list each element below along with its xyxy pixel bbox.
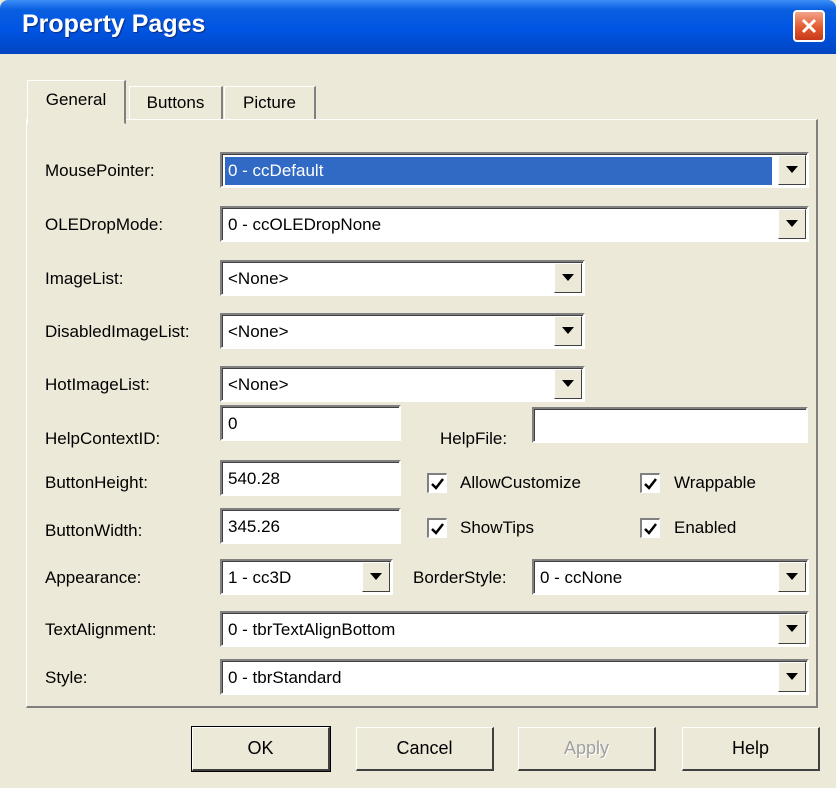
enabled-checkbox[interactable] [640,518,660,538]
help-file-label: HelpFile: [440,429,508,448]
chevron-down-icon [786,673,798,680]
ole-drop-mode-dropdown-button[interactable] [778,209,806,239]
text-alignment-combo[interactable]: 0 - tbrTextAlignBottom [220,611,809,647]
help-context-id-input[interactable]: 0 [220,405,401,441]
show-tips-checkbox[interactable] [427,518,447,538]
style-label: Style: [45,668,88,687]
form-area: MousePointer: 0 - ccDefault OLEDropMode:… [0,0,836,788]
help-context-id-label: HelpContextID: [45,429,161,448]
checkmark-icon [431,478,444,490]
border-style-value: 0 - ccNone [540,568,623,587]
show-tips-label[interactable]: ShowTips [460,518,534,538]
appearance-combo[interactable]: 1 - cc3D [220,559,393,595]
border-style-label: BorderStyle: [413,568,507,587]
appearance-value: 1 - cc3D [228,568,292,587]
mouse-pointer-label: MousePointer: [45,161,155,180]
enabled-label[interactable]: Enabled [674,518,736,538]
help-button[interactable]: Help [682,727,820,771]
mouse-pointer-combo[interactable]: 0 - ccDefault [220,152,809,188]
checkmark-icon [644,478,657,490]
hot-image-list-value: <None> [228,375,289,394]
image-list-label: ImageList: [45,269,124,288]
chevron-down-icon [562,274,574,281]
text-alignment-dropdown-button[interactable] [778,614,806,644]
image-list-combo[interactable]: <None> [220,260,585,296]
wrappable-label[interactable]: Wrappable [674,473,756,493]
hot-image-list-dropdown-button[interactable] [554,369,582,399]
chevron-down-icon [562,327,574,334]
text-alignment-value: 0 - tbrTextAlignBottom [228,620,396,639]
disabled-image-list-combo[interactable]: <None> [220,313,585,349]
apply-button[interactable]: Apply [518,727,656,771]
checkmark-icon [431,523,444,535]
appearance-dropdown-button[interactable] [362,562,390,592]
button-width-value: 345.26 [228,517,280,536]
style-value: 0 - tbrStandard [228,668,342,687]
appearance-label: Appearance: [45,568,142,587]
cancel-button[interactable]: Cancel [356,727,494,771]
ole-drop-mode-combo[interactable]: 0 - ccOLEDropNone [220,206,809,242]
help-context-id-value: 0 [228,414,238,433]
chevron-down-icon [786,573,798,580]
button-height-value: 540.28 [228,469,280,488]
style-combo[interactable]: 0 - tbrStandard [220,659,809,695]
chevron-down-icon [562,380,574,387]
button-height-input[interactable]: 540.28 [220,460,401,496]
ok-button[interactable]: OK [191,726,331,772]
mouse-pointer-dropdown-button[interactable] [778,155,806,185]
disabled-image-list-dropdown-button[interactable] [554,316,582,346]
chevron-down-icon [786,166,798,173]
text-alignment-label: TextAlignment: [45,620,157,639]
allow-customize-checkbox[interactable] [427,473,447,493]
border-style-dropdown-button[interactable] [778,562,806,592]
button-height-label: ButtonHeight: [45,473,149,492]
help-file-input[interactable] [532,407,808,443]
button-width-input[interactable]: 345.26 [220,508,401,544]
image-list-dropdown-button[interactable] [554,263,582,293]
wrappable-checkbox[interactable] [640,473,660,493]
chevron-down-icon [370,573,382,580]
ole-drop-mode-value: 0 - ccOLEDropNone [228,215,382,234]
chevron-down-icon [786,625,798,632]
hot-image-list-combo[interactable]: <None> [220,366,585,402]
mouse-pointer-value: 0 - ccDefault [225,157,772,185]
ole-drop-mode-label: OLEDropMode: [45,215,164,234]
style-dropdown-button[interactable] [778,662,806,692]
hot-image-list-label: HotImageList: [45,375,150,394]
allow-customize-label[interactable]: AllowCustomize [460,473,581,493]
disabled-image-list-value: <None> [228,322,289,341]
chevron-down-icon [786,220,798,227]
checkmark-icon [644,523,657,535]
image-list-value: <None> [228,269,289,288]
disabled-image-list-label: DisabledImageList: [45,322,190,341]
border-style-combo[interactable]: 0 - ccNone [532,559,809,595]
button-width-label: ButtonWidth: [45,521,143,540]
